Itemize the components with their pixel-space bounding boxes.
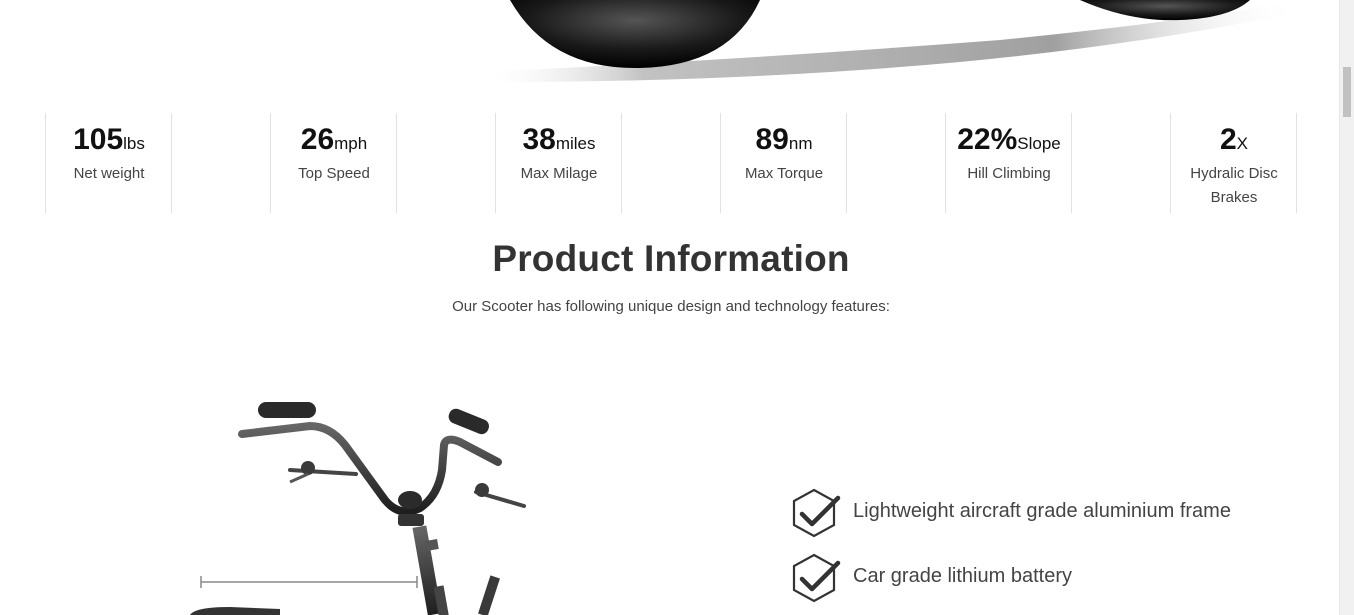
stat-value: 22% bbox=[957, 123, 1018, 156]
stat-unit: mph bbox=[334, 134, 368, 153]
stat-label: Max Torque bbox=[744, 165, 824, 182]
stat-label: Top Speed bbox=[298, 165, 370, 182]
hero-scooter-image bbox=[480, 0, 1300, 82]
page: 105lbs Net weight 26mph Top Speed 38mile… bbox=[0, 0, 1340, 615]
stat-unit: nm bbox=[788, 134, 813, 153]
stat-unit: miles bbox=[555, 134, 596, 153]
check-hexagon-icon bbox=[792, 553, 841, 603]
check-hexagon-icon bbox=[792, 488, 841, 538]
stat-unit: Slope bbox=[1017, 134, 1061, 153]
stat-max-milage: 38miles Max Milage bbox=[496, 113, 622, 213]
page-scrollbar[interactable] bbox=[1339, 0, 1354, 615]
section-title: Product Information bbox=[492, 238, 850, 279]
stat-brakes: 2X Hydralic Disc Brakes bbox=[1171, 113, 1297, 213]
feature-text: Car grade lithium battery bbox=[853, 565, 1072, 587]
spec-stats-row: 105lbs Net weight 26mph Top Speed 38mile… bbox=[0, 113, 1340, 213]
scooter-exploded-image bbox=[190, 402, 526, 615]
stat-net-weight: 105lbs Net weight bbox=[46, 113, 172, 213]
stat-unit: lbs bbox=[123, 134, 145, 153]
section-subtitle: Our Scooter has following unique design … bbox=[452, 298, 890, 315]
stat-value: 38 bbox=[522, 123, 556, 156]
stat-label: Hill Climbing bbox=[967, 165, 1051, 182]
feature-text: Lightweight aircraft grade aluminium fra… bbox=[853, 500, 1231, 522]
stat-unit: X bbox=[1236, 134, 1249, 153]
stat-label: Max Milage bbox=[520, 165, 598, 182]
stat-value: 26 bbox=[300, 123, 335, 156]
stat-value: 105 bbox=[73, 123, 124, 156]
stat-label: Net weight bbox=[73, 165, 145, 182]
stat-max-torque: 89nm Max Torque bbox=[721, 113, 847, 213]
stat-hill-climbing: 22%Slope Hill Climbing bbox=[946, 113, 1072, 213]
stat-label: Hydralic Disc Brakes bbox=[1190, 165, 1278, 206]
stat-value: 89 bbox=[755, 123, 789, 156]
scrollbar-thumb[interactable] bbox=[1343, 67, 1351, 117]
stat-top-speed: 26mph Top Speed bbox=[271, 113, 397, 213]
stat-value: 2 bbox=[1219, 123, 1237, 156]
